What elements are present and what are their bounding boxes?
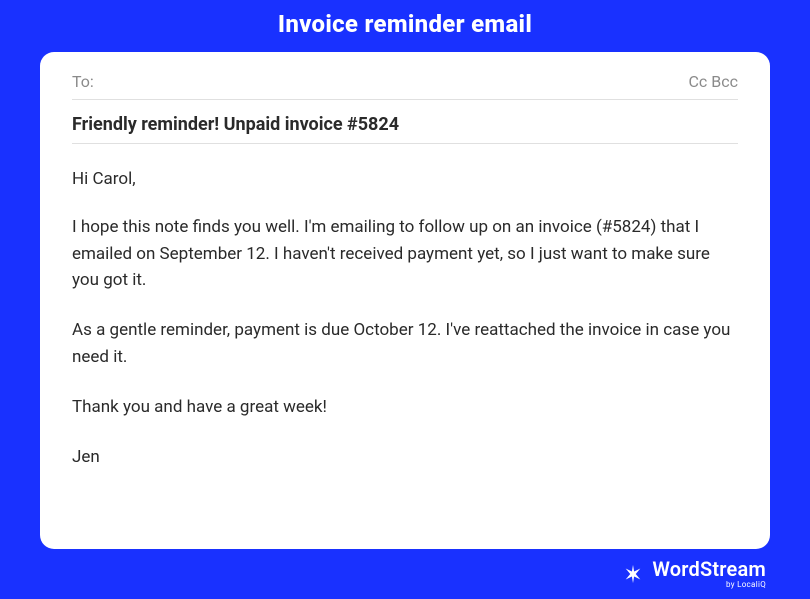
to-label: To: — [72, 72, 94, 91]
email-card: To: Cc Bcc Friendly reminder! Unpaid inv… — [40, 52, 770, 549]
footer: WordStream by LocaliQ — [0, 549, 810, 599]
brand-text: WordStream by LocaliQ — [652, 559, 766, 589]
email-body: Hi Carol, I hope this note finds you wel… — [72, 144, 738, 471]
page-title: Invoice reminder email — [0, 0, 810, 52]
cc-bcc-label: Cc Bcc — [689, 72, 738, 91]
brand-subtext: by LocaliQ — [726, 581, 766, 589]
email-header-row: To: Cc Bcc — [72, 72, 738, 100]
brand-logo: WordStream by LocaliQ — [622, 559, 766, 589]
email-subject: Friendly reminder! Unpaid invoice #5824 — [72, 114, 738, 135]
brand-name: WordStream — [652, 559, 766, 579]
page-container: Invoice reminder email To: Cc Bcc Friend… — [0, 0, 810, 599]
email-closing: Thank you and have a great week! — [72, 394, 738, 420]
email-greeting: Hi Carol, — [72, 166, 738, 192]
email-signature: Jen — [72, 444, 738, 470]
asterisk-icon — [622, 563, 644, 585]
subject-row: Friendly reminder! Unpaid invoice #5824 — [72, 100, 738, 144]
email-paragraph-2: As a gentle reminder, payment is due Oct… — [72, 317, 738, 370]
email-paragraph-1: I hope this note finds you well. I'm ema… — [72, 214, 738, 293]
